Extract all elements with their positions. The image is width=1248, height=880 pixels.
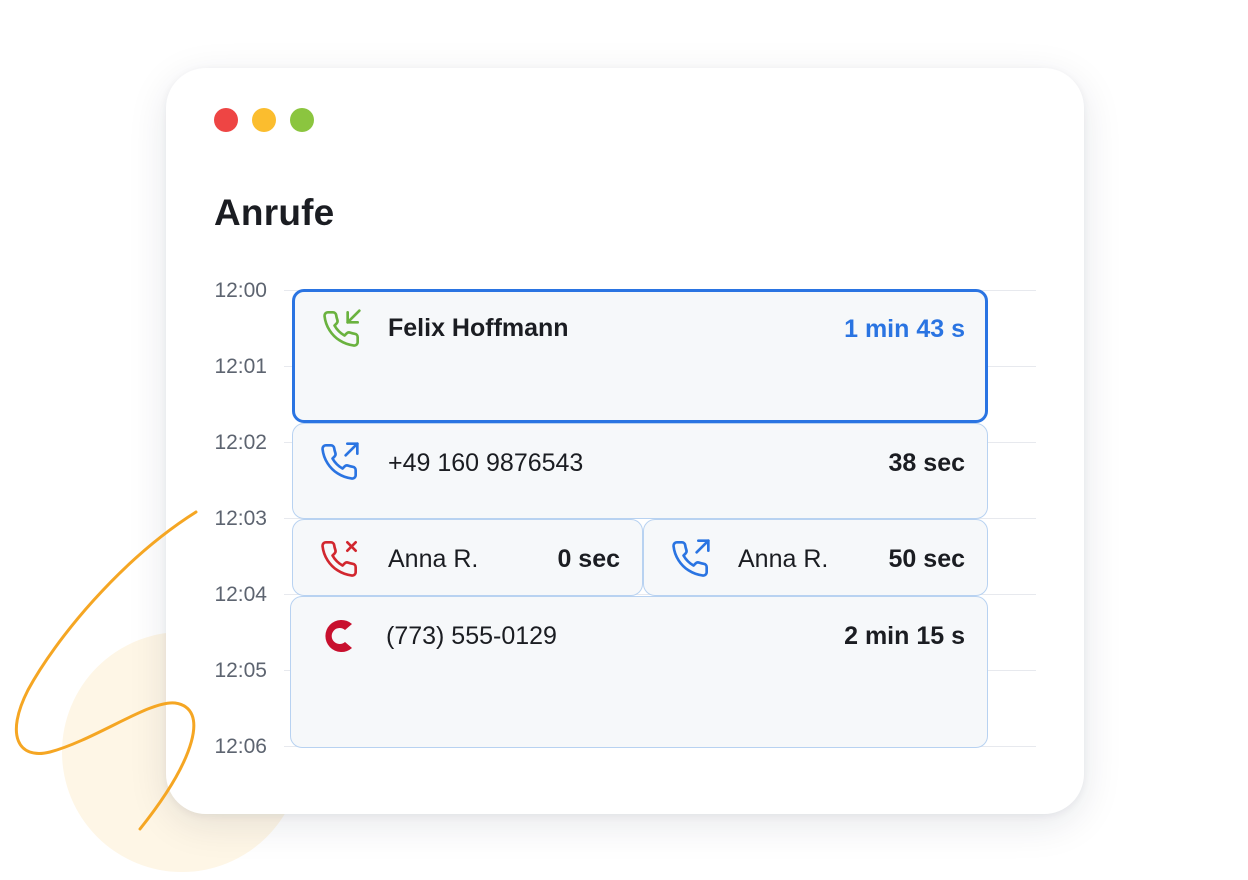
time-tick: 12:03 bbox=[214, 507, 267, 530]
call-duration: 50 sec bbox=[888, 545, 965, 573]
time-tick: 12:02 bbox=[214, 431, 267, 454]
call-duration: 2 min 15 s bbox=[844, 622, 965, 650]
call-card[interactable]: Anna R. 0 sec bbox=[292, 519, 643, 596]
time-tick: 12:06 bbox=[214, 735, 267, 758]
caller-number: +49 160 9876543 bbox=[388, 449, 584, 477]
caller-number: (773) 555-0129 bbox=[386, 622, 557, 650]
call-duration: 38 sec bbox=[888, 449, 965, 477]
phone-outgoing-icon bbox=[670, 539, 710, 579]
time-tick: 12:05 bbox=[214, 659, 267, 682]
phone-outgoing-icon bbox=[319, 442, 359, 482]
call-card[interactable]: Anna R. 50 sec bbox=[643, 519, 988, 596]
window-minimize-button[interactable] bbox=[252, 108, 276, 132]
caller-name: Anna R. bbox=[388, 545, 479, 573]
app-logo-icon bbox=[321, 617, 359, 655]
time-tick: 12:00 bbox=[214, 279, 267, 302]
call-card-selected[interactable]: Felix Hoffmann 1 min 43 s bbox=[292, 289, 988, 423]
call-duration: 1 min 43 s bbox=[844, 315, 965, 343]
time-tick: 12:04 bbox=[214, 583, 267, 606]
page-title: Anrufe bbox=[214, 192, 335, 233]
app-window: Anrufe 12:00 12:01 12:02 12:03 12:04 12:… bbox=[166, 68, 1084, 814]
caller-name: Felix Hoffmann bbox=[388, 314, 569, 342]
phone-incoming-icon bbox=[321, 309, 361, 349]
window-maximize-button[interactable] bbox=[290, 108, 314, 132]
call-card[interactable]: (773) 555-0129 2 min 15 s bbox=[290, 596, 988, 748]
call-card[interactable]: +49 160 9876543 38 sec bbox=[292, 423, 988, 519]
window-close-button[interactable] bbox=[214, 108, 238, 132]
time-tick: 12:01 bbox=[214, 355, 267, 378]
caller-name: Anna R. bbox=[738, 545, 829, 573]
phone-missed-icon bbox=[319, 539, 359, 579]
call-duration: 0 sec bbox=[557, 545, 620, 573]
